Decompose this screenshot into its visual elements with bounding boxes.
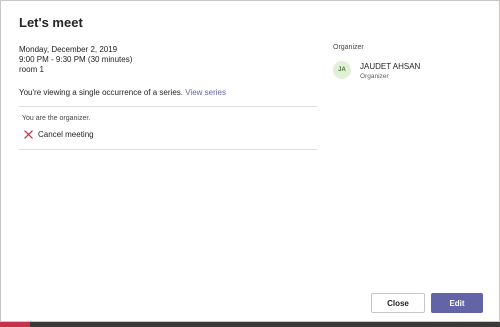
organizer-info: JAUDET AHSAN Organizer xyxy=(360,61,420,81)
series-text: You're viewing a single occurrence of a … xyxy=(19,88,183,97)
divider-bottom xyxy=(19,149,317,150)
close-button[interactable]: Close xyxy=(371,293,425,313)
cancel-meeting-label: Cancel meeting xyxy=(38,129,94,139)
edit-button[interactable]: Edit xyxy=(431,293,483,313)
meeting-date: Monday, December 2, 2019 xyxy=(19,45,118,54)
meeting-dialog: Let's meet Monday, December 2, 2019 9:00… xyxy=(0,0,500,322)
background-accent xyxy=(0,322,30,327)
cancel-meeting-button[interactable]: Cancel meeting xyxy=(22,128,316,140)
organizer-role: Organizer xyxy=(360,73,389,80)
organizer-entry[interactable]: JA JAUDET AHSAN Organizer xyxy=(333,61,483,81)
view-series-link[interactable]: View series xyxy=(185,88,226,97)
series-notice: You're viewing a single occurrence of a … xyxy=(19,88,319,97)
organizer-name: JAUDET AHSAN xyxy=(360,62,421,71)
organizer-header: Organizer xyxy=(333,44,364,51)
organizer-note: You are the organizer. xyxy=(22,115,91,122)
background-strip xyxy=(0,322,500,327)
dialog-title: Let's meet xyxy=(19,15,83,30)
meeting-location: room 1 xyxy=(19,65,44,74)
close-x-icon xyxy=(22,128,34,140)
meeting-time: 9:00 PM - 9:30 PM (30 minutes) xyxy=(19,55,133,64)
avatar: JA xyxy=(333,61,351,79)
organizer-actions-panel: You are the organizer. Cancel meeting xyxy=(19,107,319,149)
organizer-section: Organizer JA JAUDET AHSAN Organizer xyxy=(333,44,483,81)
meeting-details: Monday, December 2, 2019 9:00 PM - 9:30 … xyxy=(19,45,319,150)
